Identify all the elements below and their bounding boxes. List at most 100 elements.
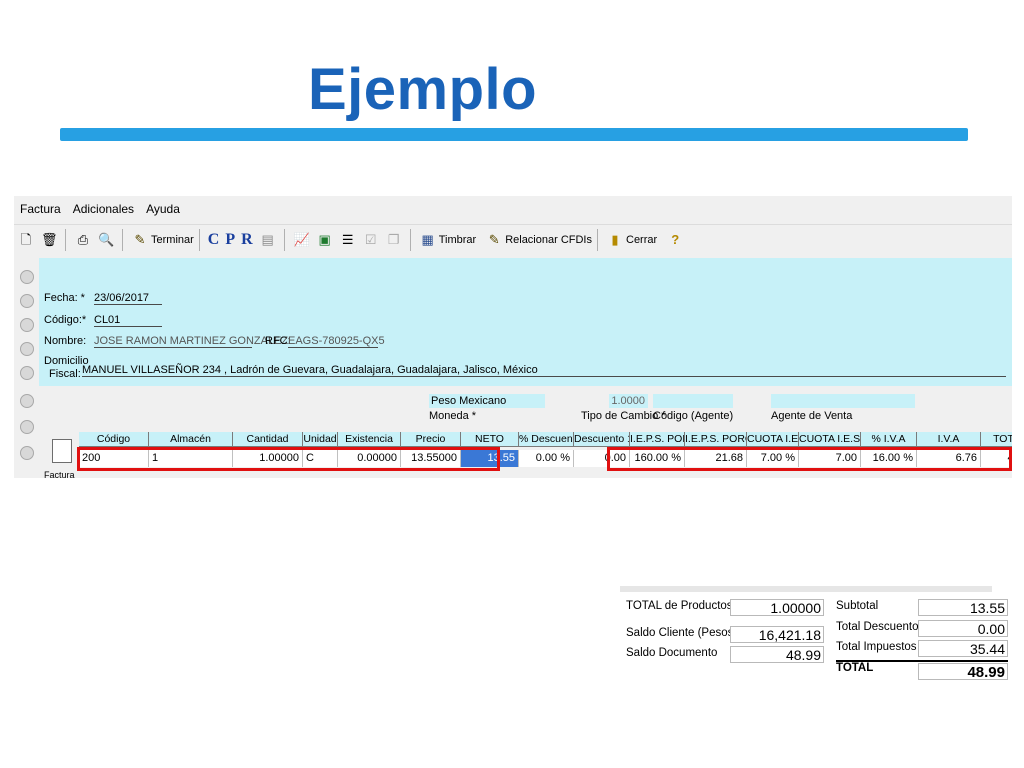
grid-header-row: Código Almacén Cantidad Unidad Existenci… [79, 432, 1012, 447]
col-header[interactable]: CUOTA I.E.S.P.S [799, 432, 861, 447]
help-button[interactable]: ? [667, 228, 686, 252]
invoice-app-window: Factura Adicionales Ayuda 🗋 🗑 ⎙ 🔍 ✎ Termi… [14, 196, 1012, 478]
radio-5[interactable] [20, 366, 34, 380]
col-header[interactable]: % I.V.A [861, 432, 917, 447]
total-productos-label: TOTAL de Productos [626, 600, 733, 612]
toolbar-separator [122, 229, 123, 251]
col-header[interactable]: Unidad [303, 432, 338, 447]
col-header[interactable]: Precio [401, 432, 461, 447]
tipo-cambio-field[interactable]: 1.0000 [609, 394, 648, 408]
nombre-label: Nombre: [44, 335, 87, 347]
preview-button[interactable]: 🔍 [98, 228, 117, 252]
radio-2[interactable] [20, 294, 34, 308]
col-header[interactable]: TOTAL [981, 432, 1012, 447]
chart-button[interactable]: 📈 [294, 228, 313, 252]
total-value: 48.99 [918, 663, 1008, 681]
col-header[interactable]: Código [79, 432, 149, 447]
toolbar-separator [409, 229, 411, 251]
col-header[interactable]: I.E.P.S. PORC [630, 432, 685, 447]
printer-icon: ⎙ [77, 232, 89, 247]
domicilio-field[interactable]: MANUEL VILLASEÑOR 234 , Ladrón de Guevar… [82, 364, 1006, 377]
disabled-check-button[interactable]: ☑ [363, 228, 382, 252]
col-header[interactable]: Descuento 1 [574, 432, 630, 447]
timbrar-button[interactable]: ▦ Timbrar [420, 228, 477, 252]
rfc-field[interactable]: EAGS-780925-QX5 [288, 335, 385, 348]
cell-descuento-pct[interactable]: 0.00 % [519, 450, 574, 467]
toolbar-separator [65, 229, 66, 251]
disabled-copy-button[interactable]: ❐ [386, 228, 405, 252]
col-header[interactable]: % Descuento [519, 432, 574, 447]
window-icon: ▣ [318, 232, 331, 247]
relacionar-cfdis-button[interactable]: ✎ Relacionar CFDIs [486, 228, 592, 252]
radio-1[interactable] [20, 270, 34, 284]
codigo-field[interactable]: CL01 [94, 314, 162, 327]
pencil-check-icon: ✎ [134, 232, 146, 247]
factura-side-label: Factura [44, 470, 75, 478]
codigo-agente-label: Código (Agente) [653, 410, 734, 422]
disabled-doc-button[interactable]: ▤ [260, 228, 279, 252]
r-button[interactable]: R [241, 231, 253, 249]
document-stack-icon: ▤ [261, 232, 274, 247]
saldo-cliente-label: Saldo Cliente (Pesos) [626, 627, 738, 639]
menu-ayuda[interactable]: Ayuda [146, 202, 180, 216]
terminar-button[interactable]: ✎ Terminar [132, 228, 194, 252]
saldo-cliente-value: 16,421.18 [730, 626, 824, 643]
radio-4[interactable] [20, 342, 34, 356]
cerrar-button[interactable]: ▮ Cerrar [607, 228, 657, 252]
title-underline-bar [60, 128, 968, 141]
radio-6[interactable] [20, 394, 34, 408]
toolbar: 🗋 🗑 ⎙ 🔍 ✎ Terminar C P R ▤ 📈 ▣ ☰ ☑ ❐ ▦ Tim… [14, 224, 1012, 255]
fiscal-label: Fiscal: [49, 368, 81, 380]
saldo-documento-value: 48.99 [730, 646, 824, 663]
totals-top-edge [620, 586, 992, 592]
link-documents-icon: ✎ [488, 232, 500, 247]
moneda-label: Moneda * [429, 410, 477, 422]
moneda-field[interactable]: Peso Mexicano [429, 394, 545, 408]
list-icon: ☰ [341, 232, 354, 247]
agente-venta-label: Agente de Venta [771, 410, 853, 422]
new-document-icon: 🗋 [20, 232, 32, 247]
screen-button[interactable]: ▣ [317, 228, 336, 252]
toolbar-separator [597, 229, 598, 251]
codigo-agente-field[interactable] [653, 394, 733, 408]
agente-venta-field[interactable] [771, 394, 915, 408]
total-impuestos-value: 35.44 [918, 640, 1008, 657]
col-header[interactable]: Cantidad [233, 432, 303, 447]
col-header[interactable]: Existencia [338, 432, 401, 447]
timbrar-label: Timbrar [438, 234, 477, 246]
p-button[interactable]: P [225, 231, 235, 249]
menu-factura[interactable]: Factura [20, 202, 61, 216]
customer-form-panel: Fecha: * 23/06/2017 Código:* CL01 Nombre… [39, 258, 1012, 386]
rfc-label: RFC: [265, 335, 291, 347]
document-list-icon[interactable] [52, 439, 72, 463]
col-header[interactable]: I.V.A [917, 432, 981, 447]
radio-7[interactable] [20, 420, 34, 434]
stamp-icon: ▦ [421, 232, 434, 247]
highlight-box-left [77, 447, 500, 471]
radio-3[interactable] [20, 318, 34, 332]
nombre-field[interactable]: JOSE RAMON MARTINEZ GONZALEZ [94, 335, 288, 348]
total-descuentos-label: Total Descuentos [836, 621, 925, 633]
menu-bar: Factura Adicionales Ayuda [14, 196, 1012, 222]
fecha-label: Fecha: * [44, 292, 85, 304]
col-header[interactable]: CUOTA I.E.S.P. [747, 432, 799, 447]
menu-adicionales[interactable]: Adicionales [73, 202, 134, 216]
c-button[interactable]: C [208, 231, 220, 249]
col-header[interactable]: I.E.P.S. PORCET [685, 432, 747, 447]
print-button[interactable]: ⎙ [75, 228, 94, 252]
total-label: TOTAL [836, 662, 874, 674]
delete-button[interactable]: 🗑 [41, 228, 60, 252]
col-header[interactable]: NETO [461, 432, 519, 447]
slide-title: Ejemplo [308, 57, 538, 122]
new-document-button[interactable]: 🗋 [18, 228, 37, 252]
toolbar-separator [283, 229, 285, 251]
radio-8[interactable] [20, 446, 34, 460]
help-icon: ? [671, 232, 680, 247]
list-button[interactable]: ☰ [340, 228, 359, 252]
fecha-field[interactable]: 23/06/2017 [94, 292, 162, 305]
col-header[interactable]: Almacén [149, 432, 233, 447]
chart-icon: 📈 [293, 232, 310, 247]
subtotal-value: 13.55 [918, 599, 1008, 616]
preview-icon: 🔍 [98, 232, 115, 247]
subtotal-label: Subtotal [836, 600, 879, 612]
